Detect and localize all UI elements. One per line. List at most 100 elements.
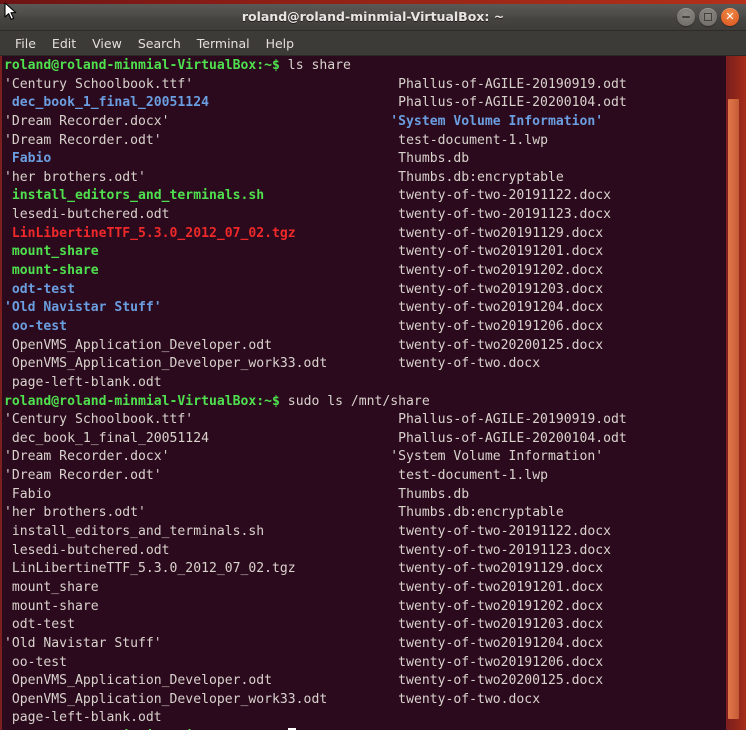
listing-entry: twenty-of-two-20191123.docx <box>390 543 611 558</box>
listing-entry: oo-test <box>4 655 67 670</box>
directory-listing-row: OpenVMS_Application_Developer.odt twenty… <box>4 672 724 691</box>
listing-entry: Thumbs.db:encryptable <box>390 505 563 520</box>
listing-entry: 'Century Schoolbook.ttf' <box>4 77 193 92</box>
listing-entry: twenty-of-two20191202.docx <box>390 599 603 614</box>
listing-entry: 'Dream Recorder.docx' <box>4 449 170 464</box>
close-icon: ✕ <box>721 8 739 26</box>
listing-entry: test-document-1.lwp <box>390 133 548 148</box>
listing-entry: 'System Volume Information' <box>390 449 603 464</box>
directory-listing-row: 'Dream Recorder.docx' 'System Volume Inf… <box>4 113 724 132</box>
directory-listing-row: mount_share twenty-of-two20191201.docx <box>4 579 724 598</box>
listing-entry: page-left-blank.odt <box>4 375 162 390</box>
listing-entry: twenty-of-two.docx <box>390 356 540 371</box>
shell-prompt: roland@roland-minmial-VirtualBox:~$ <box>4 58 280 73</box>
scrollbar[interactable] <box>726 56 746 730</box>
listing-entry: twenty-of-two20191204.docx <box>390 300 603 315</box>
menu-item-file[interactable]: File <box>7 33 44 54</box>
listing-entry: page-left-blank.odt <box>4 710 162 725</box>
menu-item-view[interactable]: View <box>84 33 130 54</box>
listing-entry: install_editors_and_terminals.sh <box>4 524 264 539</box>
listing-entry: 'Dream Recorder.odt' <box>4 133 162 148</box>
terminal-output-area[interactable]: roland@roland-minmial-VirtualBox:~$ ls s… <box>0 56 746 730</box>
directory-listing-row: odt-test twenty-of-two20191203.docx <box>4 616 724 635</box>
menu-bar: File Edit View Search Terminal Help <box>0 31 746 56</box>
listing-entry: Phallus-of-AGILE-20190919.odt <box>390 77 627 92</box>
menu-item-edit[interactable]: Edit <box>44 33 84 54</box>
listing-entry: twenty-of-two20191204.docx <box>390 636 603 651</box>
listing-entry: twenty-of-two20191203.docx <box>390 282 603 297</box>
listing-entry: mount_share <box>4 580 99 595</box>
minimize-button[interactable] <box>677 8 695 26</box>
listing-entry: twenty-of-two20191203.docx <box>390 617 603 632</box>
menu-item-help[interactable]: Help <box>258 33 303 54</box>
directory-listing-row: Fabio Thumbs.db <box>4 150 724 169</box>
listing-entry: dec_book_1_final_20051124 <box>4 95 209 110</box>
listing-entry: OpenVMS_Application_Developer_work33.odt <box>4 692 327 707</box>
close-button[interactable]: ✕ <box>721 8 739 26</box>
listing-entry: twenty-of-two20191129.docx <box>390 226 603 241</box>
maximize-button[interactable] <box>699 8 717 26</box>
directory-listing-row: 'Old Navistar Stuff' twenty-of-two201912… <box>4 635 724 654</box>
terminal-prompt-line: roland@roland-minmial-VirtualBox:~$ ls s… <box>4 57 724 76</box>
menu-item-terminal[interactable]: Terminal <box>189 33 258 54</box>
listing-entry: 'Old Navistar Stuff' <box>4 636 162 651</box>
window-controls: ✕ <box>677 8 739 26</box>
directory-listing-row: dec_book_1_final_20051124 Phallus-of-AGI… <box>4 94 724 113</box>
listing-entry: twenty-of-two20200125.docx <box>390 673 603 688</box>
directory-listing-row: 'Old Navistar Stuff' twenty-of-two201912… <box>4 299 724 318</box>
listing-entry: twenty-of-two20191129.docx <box>390 561 603 576</box>
shell-command: sudo ls /mnt/share <box>280 394 430 409</box>
listing-entry: twenty-of-two20191202.docx <box>390 263 603 278</box>
directory-listing-row: lesedi-butchered.odt twenty-of-two-20191… <box>4 206 724 225</box>
directory-listing-row: OpenVMS_Application_Developer_work33.odt… <box>4 691 724 710</box>
directory-listing-row: 'Century Schoolbook.ttf' Phallus-of-AGIL… <box>4 76 724 95</box>
directory-listing-row: lesedi-butchered.odt twenty-of-two-20191… <box>4 542 724 561</box>
listing-entry: test-document-1.lwp <box>390 468 548 483</box>
directory-listing-row: 'her brothers.odt' Thumbs.db:encryptable <box>4 504 724 523</box>
listing-entry: LinLibertineTTF_5.3.0_2012_07_02.tgz <box>4 561 296 576</box>
listing-entry: twenty-of-two-20191122.docx <box>390 524 611 539</box>
directory-listing-row: install_editors_and_terminals.sh twenty-… <box>4 187 724 206</box>
directory-listing-row: dec_book_1_final_20051124 Phallus-of-AGI… <box>4 430 724 449</box>
window-titlebar[interactable]: roland@roland-minmial-VirtualBox: ~ ✕ <box>0 4 746 31</box>
listing-entry: LinLibertineTTF_5.3.0_2012_07_02.tgz <box>4 226 296 241</box>
listing-entry: 'her brothers.odt' <box>4 505 146 520</box>
listing-entry: twenty-of-two20191206.docx <box>390 655 603 670</box>
listing-entry: Phallus-of-AGILE-20200104.odt <box>390 431 627 446</box>
listing-entry: twenty-of-two-20191122.docx <box>390 188 611 203</box>
directory-listing-row: 'Dream Recorder.odt' test-document-1.lwp <box>4 132 724 151</box>
listing-entry: mount-share <box>4 599 99 614</box>
listing-entry: Thumbs.db <box>390 151 469 166</box>
listing-entry: OpenVMS_Application_Developer_work33.odt <box>4 356 327 371</box>
listing-entry: odt-test <box>4 282 75 297</box>
directory-listing-row: oo-test twenty-of-two20191206.docx <box>4 654 724 673</box>
window-title: roland@roland-minmial-VirtualBox: ~ <box>0 4 746 30</box>
directory-listing-row: LinLibertineTTF_5.3.0_2012_07_02.tgz twe… <box>4 225 724 244</box>
listing-entry: Phallus-of-AGILE-20190919.odt <box>390 412 627 427</box>
directory-listing-row: mount-share twenty-of-two20191202.docx <box>4 262 724 281</box>
listing-entry: Fabio <box>4 151 51 166</box>
listing-entry: lesedi-butchered.odt <box>4 543 170 558</box>
listing-entry: dec_book_1_final_20051124 <box>4 431 209 446</box>
scrollbar-thumb[interactable] <box>728 99 739 719</box>
listing-entry: mount-share <box>4 263 99 278</box>
listing-entry: 'her brothers.odt' <box>4 170 146 185</box>
listing-entry: 'Dream Recorder.odt' <box>4 468 162 483</box>
listing-entry: twenty-of-two.docx <box>390 692 540 707</box>
listing-entry: twenty-of-two20191201.docx <box>390 580 603 595</box>
listing-entry: 'System Volume Information' <box>390 114 603 129</box>
directory-listing-row: oo-test twenty-of-two20191206.docx <box>4 318 724 337</box>
directory-listing-row: mount_share twenty-of-two20191201.docx <box>4 243 724 262</box>
terminal-screen: roland@roland-minmial-VirtualBox:~$ ls s… <box>4 57 724 730</box>
menu-item-search[interactable]: Search <box>130 33 189 54</box>
directory-listing-row: OpenVMS_Application_Developer_work33.odt… <box>4 355 724 374</box>
listing-entry: 'Century Schoolbook.ttf' <box>4 412 193 427</box>
listing-entry: twenty-of-two20191201.docx <box>390 244 603 259</box>
shell-prompt: roland@roland-minmial-VirtualBox:~$ <box>4 394 280 409</box>
directory-listing-row: Fabio Thumbs.db <box>4 486 724 505</box>
terminal-window: roland@roland-minmial-VirtualBox: ~ ✕ Fi… <box>0 0 746 730</box>
directory-listing-row: 'her brothers.odt' Thumbs.db:encryptable <box>4 169 724 188</box>
listing-entry: mount_share <box>4 244 99 259</box>
directory-listing-row: 'Dream Recorder.odt' test-document-1.lwp <box>4 467 724 486</box>
listing-entry: twenty-of-two20200125.docx <box>390 338 603 353</box>
